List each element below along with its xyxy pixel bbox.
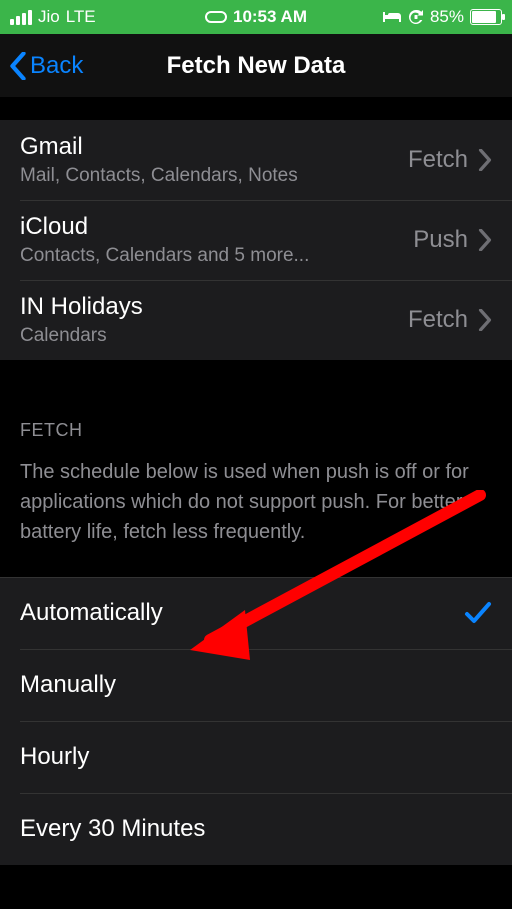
fetch-option-row[interactable]: Manually xyxy=(0,649,512,721)
fetch-option-label: Automatically xyxy=(20,599,464,627)
chevron-right-icon xyxy=(478,149,492,171)
back-button[interactable]: Back xyxy=(0,52,83,80)
carrier-label: Jio xyxy=(38,7,60,27)
status-time: 10:53 AM xyxy=(233,7,307,27)
account-name: Gmail xyxy=(20,133,408,161)
battery-fill xyxy=(472,11,496,23)
fetch-option-label: Manually xyxy=(20,671,492,699)
checkmark-icon xyxy=(464,601,492,625)
fetch-option-row[interactable]: Hourly xyxy=(0,721,512,793)
account-name: IN Holidays xyxy=(20,293,408,321)
fetch-section-header: FETCH xyxy=(0,360,512,451)
account-sub: Calendars xyxy=(20,325,408,347)
orientation-lock-icon xyxy=(408,9,424,25)
nav-bar: Back Fetch New Data xyxy=(0,34,512,98)
status-bar: Jio LTE 10:53 AM 85% xyxy=(0,0,512,34)
account-sub: Contacts, Calendars and 5 more... xyxy=(20,245,413,267)
account-content: IN Holidays Calendars xyxy=(20,293,408,347)
spacer xyxy=(0,98,512,120)
battery-percent: 85% xyxy=(430,7,464,27)
fetch-options-group: Automatically Manually Hourly Every 30 Minu… xyxy=(0,577,512,865)
account-mode: Push xyxy=(413,226,468,254)
chevron-right-icon xyxy=(478,309,492,331)
do-not-disturb-bed-icon xyxy=(382,10,402,24)
account-row[interactable]: Gmail Mail, Contacts, Calendars, NotesFet… xyxy=(0,120,512,200)
account-name: iCloud xyxy=(20,213,413,241)
back-label: Back xyxy=(30,52,83,80)
accounts-group: GmailMail, Contacts, Calendars, NotesFet… xyxy=(0,120,512,360)
account-content: iCloud Contacts, Calendars and 5 more... xyxy=(20,213,413,267)
chevron-right-icon xyxy=(478,229,492,251)
account-content: Gmail Mail, Contacts, Calendars, Notes xyxy=(20,133,408,187)
chevron-left-icon xyxy=(8,52,28,80)
account-mode: Fetch xyxy=(408,306,468,334)
fetch-option-row[interactable]: Every 30 Minutes xyxy=(0,793,512,865)
hotspot-icon xyxy=(205,10,227,24)
fetch-option-label: Every 30 Minutes xyxy=(20,815,492,843)
account-sub: Mail, Contacts, Calendars, Notes xyxy=(20,165,408,187)
account-mode: Fetch xyxy=(408,146,468,174)
account-row[interactable]: IN Holidays CalendarsFetch xyxy=(0,280,512,360)
status-left: Jio LTE xyxy=(10,7,96,27)
network-label: LTE xyxy=(66,7,96,27)
fetch-option-label: Hourly xyxy=(20,743,492,771)
fetch-section-footer: The schedule below is used when push is … xyxy=(0,451,512,577)
fetch-option-row[interactable]: Automatically xyxy=(0,577,512,649)
account-row[interactable]: iCloud Contacts, Calendars and 5 more...P… xyxy=(0,200,512,280)
signal-icon xyxy=(10,10,32,25)
status-right: 85% xyxy=(382,7,502,27)
battery-icon xyxy=(470,9,502,25)
